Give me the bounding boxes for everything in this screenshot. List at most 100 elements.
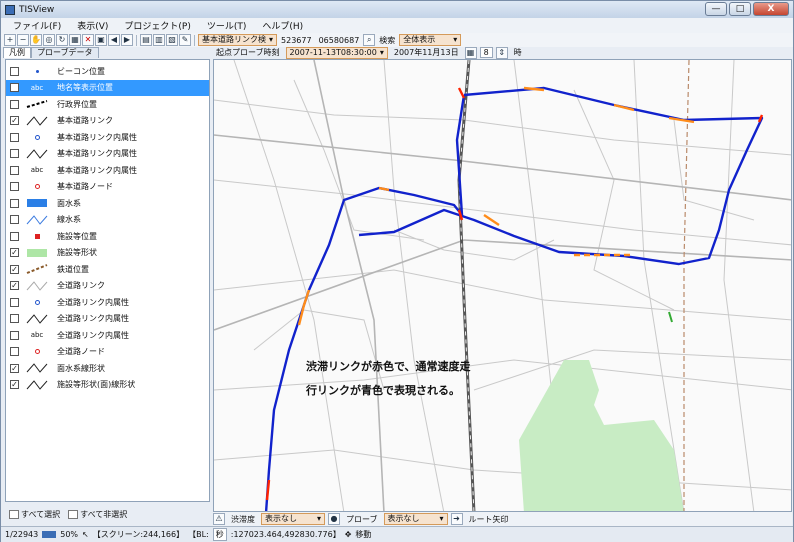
legend-checkbox[interactable]	[10, 231, 19, 241]
legend-checkbox[interactable]	[10, 347, 19, 356]
route-arrow-label[interactable]: ルート矢印	[466, 514, 512, 525]
magnifier-icon[interactable]: ⌕	[363, 34, 376, 46]
legend-checkbox[interactable]	[10, 149, 19, 158]
legend-row[interactable]: 全道路リンク内属性	[6, 294, 209, 310]
congestion-dropdown[interactable]: 表示なし ▾	[261, 513, 325, 525]
menu-file[interactable]: ファイル(F)	[5, 19, 69, 32]
legend-checkbox[interactable]	[10, 198, 19, 208]
search-button[interactable]: 検索	[376, 35, 398, 46]
print-icon[interactable]: ▥	[153, 34, 165, 46]
legend-checkbox[interactable]: ✓	[10, 264, 19, 274]
zoom-in-icon[interactable]: +	[4, 34, 16, 46]
zoom-readout[interactable]: 50%	[60, 530, 78, 539]
coord-field-1[interactable]: 523677	[278, 36, 315, 45]
legend-checkbox[interactable]	[10, 182, 19, 191]
screen-coords: 【スクリーン:244,166】	[92, 530, 185, 539]
coord-field-2[interactable]: 06580687	[316, 36, 363, 45]
scale-readout: 1/22943	[5, 530, 39, 539]
legend-checkbox[interactable]	[10, 215, 19, 224]
legend-checkbox[interactable]	[10, 132, 19, 142]
probe-time-bar: 起点プローブ時刻 2007-11-13T08:30:00 ▾ 2007年11月13…	[213, 46, 793, 59]
legend-row[interactable]: ✓ 施設等形状(面)線形状	[6, 377, 209, 393]
map-svg[interactable]	[214, 60, 792, 512]
legend-checkbox[interactable]	[10, 165, 19, 175]
menu-project[interactable]: プロジェクト(P)	[116, 19, 198, 32]
probe-icon[interactable]: ●	[328, 513, 340, 525]
legend-checkbox[interactable]	[10, 330, 19, 340]
legend-symbol-icon	[25, 98, 49, 110]
congestion-icon[interactable]: ⚠	[213, 513, 225, 525]
export-icon[interactable]: ▧	[166, 34, 178, 46]
legend-checkbox[interactable]	[10, 66, 19, 76]
legend-checkbox[interactable]	[10, 99, 19, 109]
bl-coords: :127023.464,492830.776】	[230, 530, 341, 539]
probe-layer-dropdown[interactable]: 表示なし ▾	[383, 513, 448, 525]
legend-row[interactable]: 基本道路ノード	[6, 179, 209, 195]
search-type-dropdown[interactable]: 基本道路リンク検 ▾	[198, 34, 278, 46]
legend-checkbox[interactable]: ✓	[10, 363, 19, 373]
legend-checkbox[interactable]: ✓	[10, 380, 19, 389]
legend-checkbox[interactable]	[10, 314, 19, 323]
maximize-button[interactable]: □	[729, 2, 751, 16]
legend-row[interactable]: 施設等位置	[6, 228, 209, 244]
uncheck-all-icon	[68, 509, 79, 519]
pencil-icon[interactable]: ✎	[179, 34, 191, 46]
back-arrow-icon[interactable]: ◀	[108, 34, 120, 46]
route-arrow-icon[interactable]: ➜	[450, 513, 463, 525]
legend-row[interactable]: ✓ 全道路リンク	[6, 278, 209, 294]
legend-symbol-icon	[25, 263, 49, 275]
grid-icon[interactable]: ▦	[69, 34, 81, 46]
toolbar-divider	[136, 34, 137, 46]
menu-view[interactable]: 表示(V)	[69, 19, 116, 32]
panel-toggle-icon[interactable]: ▣	[95, 34, 107, 46]
probe-start-time-field[interactable]: 2007-11-13T08:30:00 ▾	[285, 46, 388, 59]
legend-row[interactable]: ✓ 基本道路リンク	[6, 113, 209, 129]
display-mode-dropdown[interactable]: 全体表示 ▾	[399, 34, 462, 46]
chevron-down-icon: ▾	[439, 514, 444, 523]
tab-legend[interactable]: 凡例	[3, 47, 31, 58]
chevron-down-icon: ▾	[269, 35, 274, 44]
legend-checkbox[interactable]: ✓	[10, 116, 19, 125]
map-canvas[interactable]: 渋滞リンクが赤色で、通常速度走行リンクが青色で表現される。	[213, 59, 792, 512]
legend-row[interactable]: ✓ 施設等形状	[6, 245, 209, 261]
hour-stepper[interactable]: ⇕	[495, 46, 508, 59]
bl-unit-dropdown[interactable]: 秒	[212, 528, 227, 541]
probe-hour-field[interactable]: 8	[479, 47, 493, 58]
legend-checkbox[interactable]: ✓	[10, 248, 19, 257]
legend-row[interactable]: 全道路リンク内属性	[6, 311, 209, 327]
search-type-value: 基本道路リンク検	[202, 35, 266, 44]
legend-row[interactable]: 基本道路リンク内属性	[6, 146, 209, 162]
pan-hand-icon[interactable]: ✋	[30, 34, 42, 46]
minimize-button[interactable]: —	[705, 2, 727, 16]
forward-arrow-icon[interactable]: ▶	[121, 34, 133, 46]
legend-row[interactable]: ビーコン位置	[6, 63, 209, 79]
menu-help[interactable]: ヘルプ(H)	[254, 19, 311, 32]
legend-row[interactable]: 行政界位置	[6, 96, 209, 112]
menu-tools[interactable]: ツール(T)	[199, 19, 255, 32]
legend-row[interactable]: ✓ 面水系線形状	[6, 360, 209, 376]
refresh-icon[interactable]: ↻	[56, 34, 68, 46]
legend-row[interactable]: abc 全道路リンク内属性	[6, 327, 209, 343]
legend-row[interactable]: 基本道路リンク内属性	[6, 129, 209, 145]
tab-probe-data[interactable]: プローブデータ	[31, 47, 99, 58]
legend-row[interactable]: abc 基本道路リンク内属性	[6, 162, 209, 178]
save-icon[interactable]: ▤	[140, 34, 152, 46]
legend-checkbox[interactable]: ✓	[10, 281, 19, 290]
legend-row[interactable]: 線水系	[6, 212, 209, 228]
legend-row[interactable]: abc 地名等表示位置	[6, 79, 209, 96]
window-title: TISView	[19, 4, 55, 15]
select-icon[interactable]: ◎	[43, 34, 55, 46]
zoom-out-icon[interactable]: −	[17, 34, 29, 46]
clear-icon[interactable]: ✕	[82, 34, 94, 46]
probe-date-field[interactable]: 2007年11月13日	[391, 47, 462, 58]
legend-row[interactable]: 全道路ノード	[6, 344, 209, 360]
deselect-all-button[interactable]: すべて非選択	[68, 509, 127, 520]
legend-row[interactable]: ✓ 鉄道位置	[6, 261, 209, 277]
legend-symbol-icon	[25, 115, 49, 127]
legend-checkbox[interactable]	[10, 83, 19, 92]
select-all-button[interactable]: すべて選択	[9, 509, 60, 520]
legend-row[interactable]: 面水系	[6, 195, 209, 211]
calendar-icon[interactable]: ▦	[464, 46, 477, 59]
close-button[interactable]: X	[753, 2, 789, 16]
legend-checkbox[interactable]	[10, 297, 19, 307]
